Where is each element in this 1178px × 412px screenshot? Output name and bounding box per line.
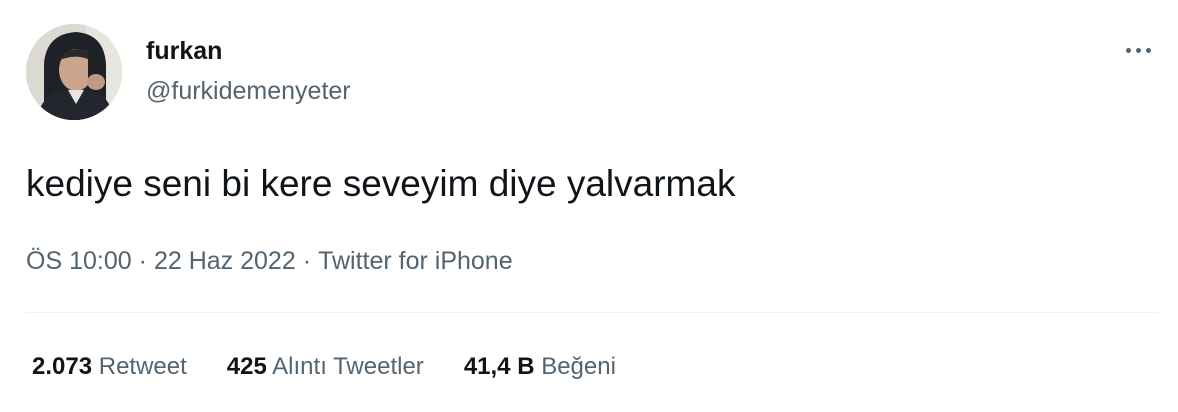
likes-label: Beğeni — [541, 353, 616, 380]
quote-tweets-stat[interactable]: 425 Alıntı Tweetler — [227, 352, 424, 382]
meta-separator: · — [302, 247, 312, 275]
tweet-date[interactable]: 22 Haz 2022 — [154, 247, 296, 275]
tweet-text: kediye seni bi kere seveyim diye yalvarm… — [26, 163, 736, 204]
more-horizontal-icon — [1125, 47, 1131, 53]
tweet-time[interactable]: ÖS 10:00 — [26, 247, 132, 275]
author-display-name[interactable]: furkan — [146, 36, 222, 66]
tweet-meta: ÖS 10:00 · 22 Haz 2022 · Twitter for iPhone — [26, 245, 513, 277]
quote-tweets-count: 425 — [226, 353, 267, 380]
avatar[interactable] — [26, 24, 122, 120]
retweets-label: Retweet — [98, 353, 187, 380]
tweet-stats: 2.073 Retweet 425 Alıntı Tweetler 41,4 B… — [32, 352, 616, 382]
meta-separator: · — [138, 247, 147, 275]
divider — [26, 312, 1158, 313]
tweet-card: furkan @furkidemenyeter kediye seni bi k… — [0, 0, 1178, 412]
quote-tweets-label: Alıntı Tweetler — [272, 353, 424, 380]
author-handle[interactable]: @furkidemenyeter — [146, 76, 351, 106]
retweets-stat[interactable]: 2.073 Retweet — [32, 352, 187, 382]
more-icon-dot — [1145, 47, 1151, 53]
likes-stat[interactable]: 41,4 B Beğeni — [464, 352, 616, 382]
more-icon-dot — [1135, 47, 1141, 53]
tweet-source[interactable]: Twitter for iPhone — [318, 247, 513, 275]
more-options-button[interactable] — [1116, 36, 1160, 64]
likes-count: 41,4 B — [463, 353, 535, 380]
avatar-photo — [26, 24, 122, 120]
retweets-count: 2.073 — [32, 353, 93, 380]
